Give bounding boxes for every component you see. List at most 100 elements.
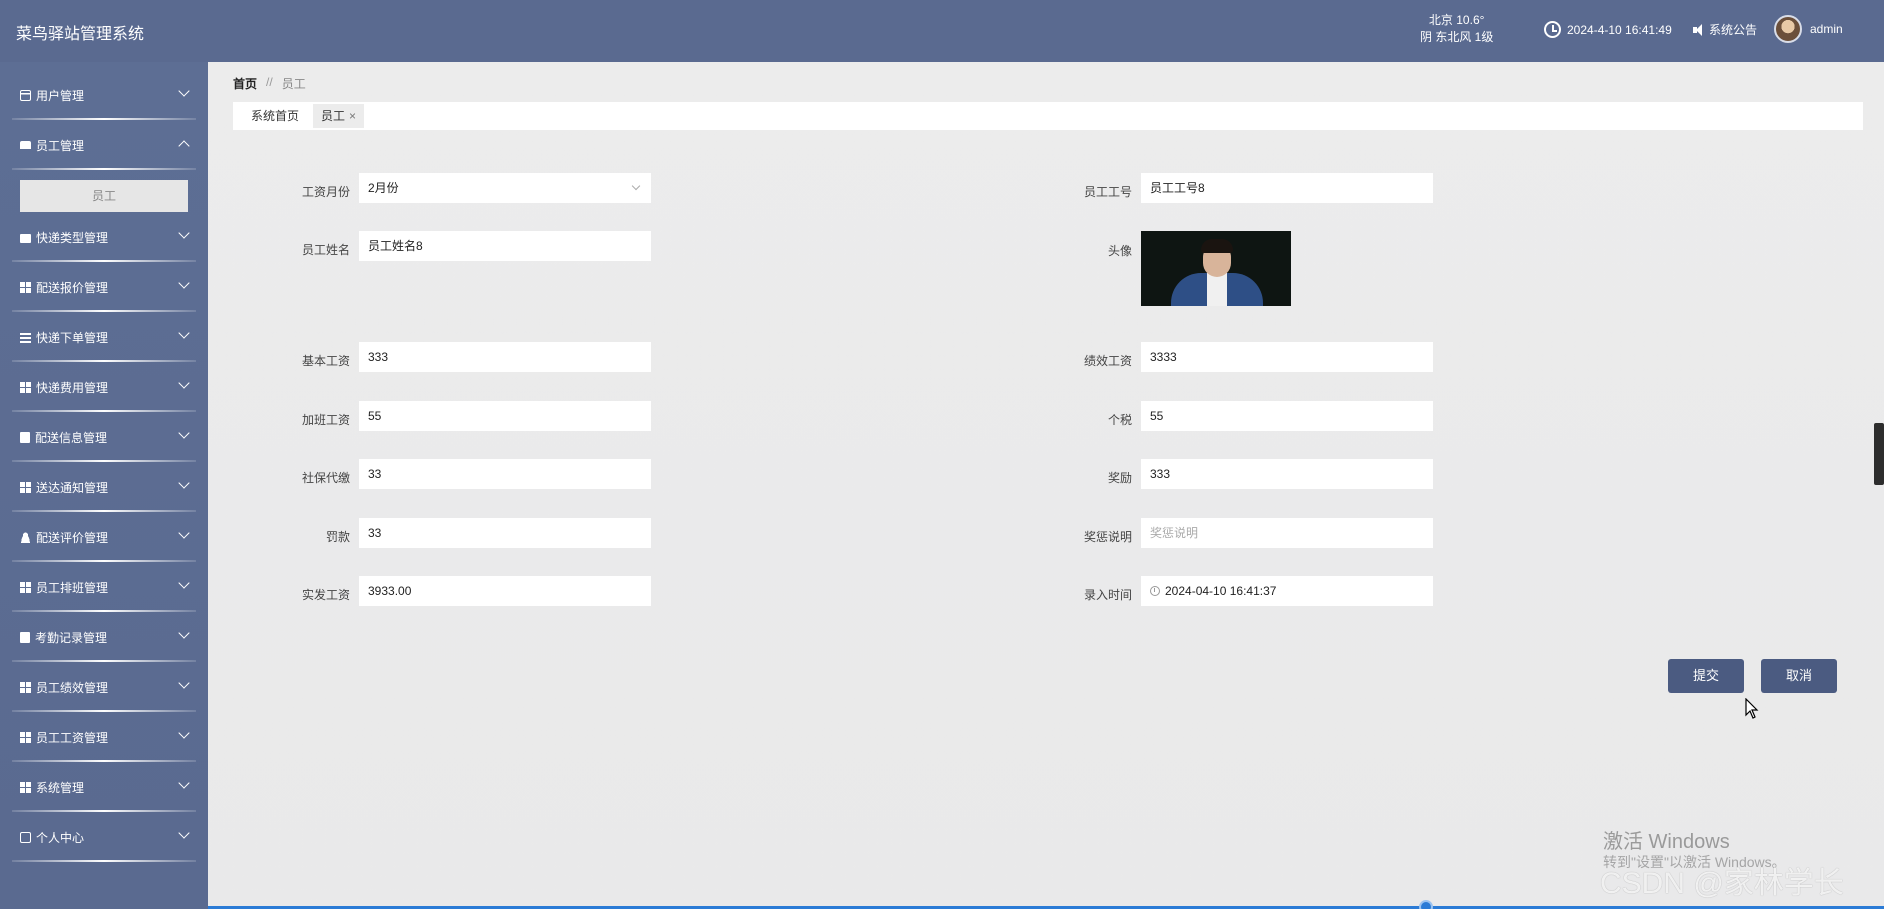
label-salary-month: 工资月份 xyxy=(301,185,350,199)
datetime-display: 2024-4-10 16:41:49 xyxy=(1544,21,1672,38)
clock-icon xyxy=(1150,586,1160,596)
user-menu[interactable]: admin xyxy=(1774,15,1843,43)
reward-note-field[interactable]: 奖惩说明 xyxy=(1141,518,1433,548)
username: admin xyxy=(1810,22,1843,36)
weather-widget: 北京 10.6° 阴 东北风 1级 xyxy=(1420,12,1493,46)
clipboard-icon xyxy=(20,631,30,643)
chevron-down-icon xyxy=(178,277,190,289)
top-header: 菜鸟驿站管理系统 北京 10.6° 阴 东北风 1级 2024-4-10 16:… xyxy=(0,0,1884,62)
sidebar-item-delivery-quote[interactable]: 配送报价管理 xyxy=(0,262,208,312)
grid-icon xyxy=(20,381,31,393)
submenu-employee[interactable]: 员工 xyxy=(20,180,188,212)
sidebar-item-label: 系统管理 xyxy=(36,780,85,795)
tab-label: 员工 xyxy=(321,109,346,123)
label-fine: 罚款 xyxy=(325,530,350,544)
chevron-down-icon xyxy=(178,827,190,839)
salary-month-value: 2月份 xyxy=(368,181,399,195)
grid-icon xyxy=(20,481,31,493)
sidebar-item-order-mgmt[interactable]: 快递下单管理 xyxy=(0,312,208,362)
breadcrumb-current: 员工 xyxy=(281,77,306,91)
sidebar-item-attendance[interactable]: 考勤记录管理 xyxy=(0,612,208,662)
overtime-pay-field[interactable]: 55 xyxy=(359,401,651,431)
performance-salary-field[interactable]: 3333 xyxy=(1141,342,1433,372)
sidebar-item-profile[interactable]: 个人中心 xyxy=(0,812,208,862)
person-icon xyxy=(20,531,31,543)
weather-line-2: 阴 东北风 1级 xyxy=(1420,30,1494,44)
chevron-down-icon xyxy=(178,527,190,539)
system-notice-link[interactable]: 系统公告 xyxy=(1693,21,1757,38)
breadcrumb: 首页 // 员工 xyxy=(233,75,306,92)
employee-name-field[interactable]: 员工姓名8 xyxy=(359,231,651,261)
chevron-down-icon xyxy=(178,327,190,339)
sidebar-item-delivery-notice[interactable]: 送达通知管理 xyxy=(0,462,208,512)
chevron-down-icon xyxy=(178,727,190,739)
chevron-down-icon xyxy=(178,677,190,689)
sidebar-item-salary[interactable]: 员工工资管理 xyxy=(0,712,208,762)
tab-home[interactable]: 系统首页 xyxy=(243,104,307,128)
label-income-tax: 个税 xyxy=(1107,413,1132,427)
sidebar-item-express-type[interactable]: 快递类型管理 xyxy=(0,212,208,262)
bonus-field[interactable]: 333 xyxy=(1141,459,1433,489)
sidebar-item-label: 配送评价管理 xyxy=(36,530,109,545)
card-icon xyxy=(20,831,31,843)
chevron-down-icon xyxy=(178,627,190,639)
sidebar-item-delivery-info[interactable]: 配送信息管理 xyxy=(0,412,208,462)
submit-button[interactable]: 提交 xyxy=(1668,659,1744,693)
sidebar-item-performance[interactable]: 员工绩效管理 xyxy=(0,662,208,712)
tabs-bar: 系统首页 员工 × xyxy=(233,102,1863,130)
sidebar-item-label: 配送报价管理 xyxy=(36,280,109,295)
base-salary-field[interactable]: 333 xyxy=(359,342,651,372)
breadcrumb-home[interactable]: 首页 xyxy=(233,75,257,92)
pin-icon xyxy=(20,141,31,149)
scrollbar-handle[interactable] xyxy=(1874,423,1884,485)
social-security-field[interactable]: 33 xyxy=(359,459,651,489)
sidebar-item-shift-mgmt[interactable]: 员工排班管理 xyxy=(0,562,208,612)
entry-time-field[interactable]: 2024-04-10 16:41:37 xyxy=(1141,576,1433,606)
chevron-down-icon xyxy=(178,477,190,489)
net-pay-field[interactable]: 3933.00 xyxy=(359,576,651,606)
grid-icon xyxy=(20,681,31,693)
sidebar-item-label: 员工绩效管理 xyxy=(36,680,109,695)
sidebar-item-express-fee[interactable]: 快递费用管理 xyxy=(0,362,208,412)
sidebar-item-user-mgmt[interactable]: 用户管理 xyxy=(0,70,208,120)
chevron-down-icon xyxy=(178,427,190,439)
avatar-photo[interactable] xyxy=(1141,231,1291,306)
chevron-down-icon xyxy=(178,577,190,589)
income-tax-field[interactable]: 55 xyxy=(1141,401,1433,431)
tab-employee[interactable]: 员工 × xyxy=(313,104,365,128)
sidebar-item-delivery-review[interactable]: 配送评价管理 xyxy=(0,512,208,562)
sidebar-item-label: 员工排班管理 xyxy=(36,580,109,595)
chevron-down-icon xyxy=(178,777,190,789)
grid-icon xyxy=(20,731,31,743)
salary-month-select[interactable]: 2月份 xyxy=(359,173,651,203)
sidebar-item-label: 员工管理 xyxy=(36,138,85,153)
grid-icon xyxy=(20,281,31,293)
close-icon[interactable]: × xyxy=(349,104,356,128)
sidebar-item-label: 送达通知管理 xyxy=(36,480,109,495)
grid-icon xyxy=(20,781,31,793)
sidebar-item-label: 快递下单管理 xyxy=(36,330,109,345)
fine-field[interactable]: 33 xyxy=(359,518,651,548)
label-reward-note: 奖惩说明 xyxy=(1083,530,1132,544)
employee-no-field[interactable]: 员工工号8 xyxy=(1141,173,1433,203)
label-performance-salary: 绩效工资 xyxy=(1083,354,1132,368)
sidebar-item-employee-mgmt[interactable]: 员工管理 xyxy=(0,120,208,170)
datetime-text: 2024-4-10 16:41:49 xyxy=(1567,22,1672,37)
label-entry-time: 录入时间 xyxy=(1083,588,1132,602)
weather-line-1: 北京 10.6° xyxy=(1428,13,1485,27)
entry-time-value: 2024-04-10 16:41:37 xyxy=(1165,584,1277,598)
label-overtime-pay: 加班工资 xyxy=(301,413,350,427)
label-employee-no: 员工工号 xyxy=(1083,185,1132,199)
chevron-down-icon xyxy=(631,181,641,191)
clipboard-icon xyxy=(20,431,30,443)
activate-windows-title: 激活 Windows xyxy=(1603,831,1730,853)
label-employee-name: 员工姓名 xyxy=(301,243,350,257)
cancel-button[interactable]: 取消 xyxy=(1761,659,1837,693)
sidebar: 用户管理 员工管理 员工 快递类型管理 配送报价管理 快递下单管理 快递费用管理… xyxy=(0,62,208,909)
chevron-up-icon xyxy=(178,140,190,152)
label-net-pay: 实发工资 xyxy=(301,588,350,602)
label-avatar: 头像 xyxy=(1107,244,1132,258)
label-social-security: 社保代缴 xyxy=(301,471,350,485)
label-bonus: 奖励 xyxy=(1107,471,1132,485)
sidebar-item-system[interactable]: 系统管理 xyxy=(0,762,208,812)
